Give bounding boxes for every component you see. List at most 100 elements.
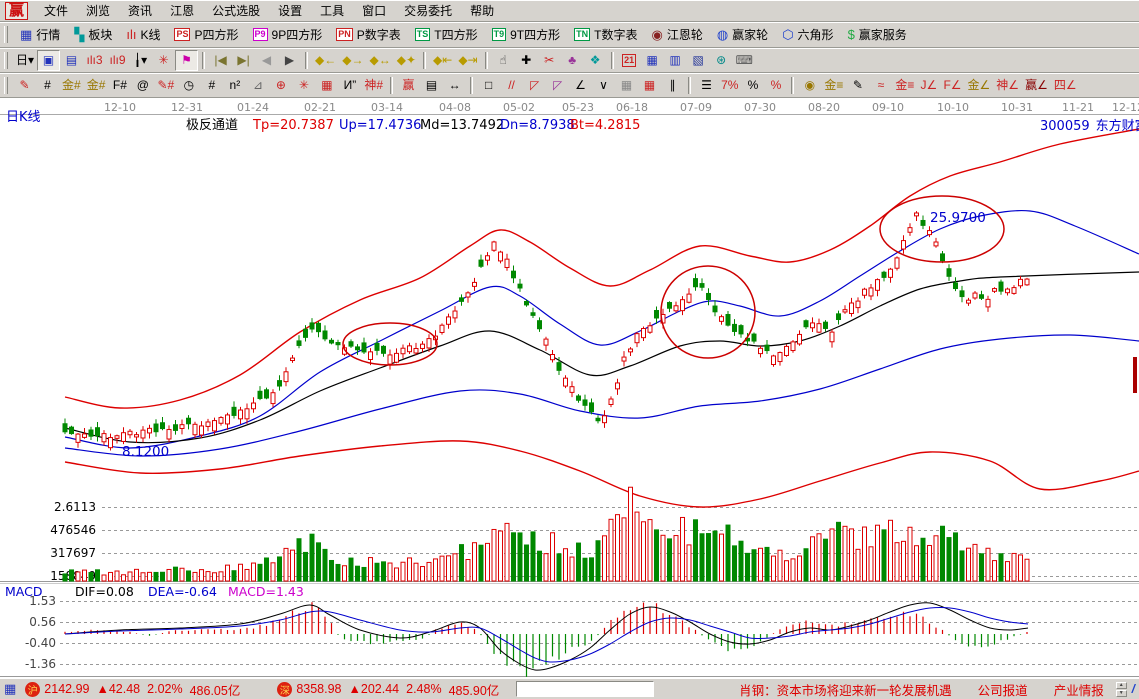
- parallel-lines-button[interactable]: ∥: [661, 75, 684, 96]
- menu-item-info[interactable]: 资讯: [119, 0, 161, 22]
- news-scroll-spinner[interactable]: ▲ ▼: [1116, 682, 1127, 697]
- gann-fan-button[interactable]: //: [500, 75, 523, 96]
- shift-left-button[interactable]: ◆←: [312, 50, 339, 71]
- prev-button[interactable]: ◀: [255, 50, 278, 71]
- time-cycle-button[interactable]: ◷: [177, 75, 200, 96]
- news-link-industry[interactable]: 产业情报: [1054, 680, 1104, 699]
- chart-3-button[interactable]: ılı3: [83, 50, 106, 71]
- tick-ruler-button[interactable]: #: [200, 75, 223, 96]
- t9-square-button[interactable]: T99T四方形: [485, 24, 568, 46]
- news-headline[interactable]: 肖钢：资本市场将迎来新一轮发展机遇: [739, 680, 952, 699]
- analysis-tool-button[interactable]: ❖: [584, 50, 607, 71]
- notes-button[interactable]: ▥: [664, 50, 687, 71]
- hand-button[interactable]: ☝: [492, 50, 515, 71]
- zoom-in-button[interactable]: ◆⇤: [430, 50, 455, 71]
- quote-mark-button[interactable]: И”: [338, 75, 361, 96]
- calendar-button[interactable]: 21: [618, 50, 641, 71]
- gold-circle-button[interactable]: ◉: [798, 75, 821, 96]
- percent-button[interactable]: %: [741, 75, 764, 96]
- fibonacci-ruler-button[interactable]: F#: [108, 75, 131, 96]
- gold-channel-button[interactable]: 金≡: [892, 75, 917, 96]
- quotes-button[interactable]: ▦行情: [13, 24, 67, 46]
- period-button[interactable]: 日▾: [13, 50, 37, 71]
- p-number-button[interactable]: PNP数字表: [329, 24, 408, 46]
- width-measure-button[interactable]: ↔: [443, 75, 466, 96]
- menu-item-help[interactable]: 帮助: [461, 0, 503, 22]
- grid-overlay-button[interactable]: ▦: [615, 75, 638, 96]
- stock-code-input[interactable]: [516, 681, 654, 697]
- save-button[interactable]: ▧: [687, 50, 710, 71]
- crosshair-button[interactable]: ✚: [515, 50, 538, 71]
- winner-service-button[interactable]: $赢家服务: [841, 24, 914, 46]
- sectors-button[interactable]: ▚板块: [67, 24, 119, 46]
- t-square-button[interactable]: TST四方形: [408, 24, 485, 46]
- gann-tool-button[interactable]: ♣: [561, 50, 584, 71]
- zoom-out-button[interactable]: ◆⇥: [455, 50, 480, 71]
- angle-shen-button[interactable]: 神∠: [993, 75, 1022, 96]
- shen-ruler-button[interactable]: 神#: [361, 75, 386, 96]
- angle-lines-button[interactable]: ∠: [569, 75, 592, 96]
- menu-item-window[interactable]: 窗口: [353, 0, 395, 22]
- grid-arrow-button[interactable]: ▦: [638, 75, 661, 96]
- menu-item-view[interactable]: 浏览: [77, 0, 119, 22]
- hexagon-button[interactable]: ⬡六角形: [775, 24, 840, 46]
- right-scroll-marker[interactable]: [1133, 357, 1137, 393]
- menu-item-file[interactable]: 文件: [35, 0, 77, 22]
- spin-up-icon[interactable]: ▲: [1116, 682, 1127, 689]
- calculator-button[interactable]: ▦: [641, 50, 664, 71]
- kline-button[interactable]: ılıK线: [119, 24, 167, 46]
- trade-terminal-button[interactable]: ⌨: [733, 50, 756, 71]
- radial-circle-button[interactable]: ✳: [292, 75, 315, 96]
- fan-box-button[interactable]: ◸: [523, 75, 546, 96]
- p9-square-button[interactable]: P99P四方形: [246, 24, 330, 46]
- n-square-button[interactable]: n²: [223, 75, 246, 96]
- angle-win-button[interactable]: 赢∠: [1022, 75, 1051, 96]
- gold-line-button[interactable]: 金≡: [821, 75, 846, 96]
- mirror-angle-button[interactable]: ⊿: [246, 75, 269, 96]
- gann-wheel-button[interactable]: ◉江恩轮: [644, 24, 709, 46]
- angle-f-button[interactable]: F∠: [940, 75, 964, 96]
- candle-style-button[interactable]: ╽▾: [129, 50, 152, 71]
- menu-item-trade[interactable]: 交易委托: [395, 0, 461, 22]
- zoom-region-button[interactable]: ▣: [37, 50, 60, 71]
- scale-pen-button[interactable]: ✎: [846, 75, 869, 96]
- menu-item-tools[interactable]: 工具: [311, 0, 353, 22]
- spin-down-icon[interactable]: ▼: [1116, 690, 1127, 697]
- menu-item-gann[interactable]: 江恩: [161, 0, 203, 22]
- box-select-button[interactable]: □: [477, 75, 500, 96]
- expand-bars-button[interactable]: ◆↔: [367, 50, 394, 71]
- price-steps-button[interactable]: ☰: [695, 75, 718, 96]
- pen-measure-button[interactable]: ✎#: [154, 75, 177, 96]
- histogram-flag-button[interactable]: ⚑: [175, 50, 198, 71]
- win-mark-button[interactable]: 赢: [397, 75, 420, 96]
- news-link-company[interactable]: 公司报道: [978, 680, 1028, 699]
- next-button[interactable]: ▶: [278, 50, 301, 71]
- gann-ruler-button[interactable]: #: [36, 75, 59, 96]
- percent-7-button[interactable]: 7%: [718, 75, 741, 96]
- grid-box-button[interactable]: ▦: [315, 75, 338, 96]
- menu-item-settings[interactable]: 设置: [269, 0, 311, 22]
- ruler-123-button[interactable]: ▤: [420, 75, 443, 96]
- network-button[interactable]: ⊛: [710, 50, 733, 71]
- fan-grid-button[interactable]: ◸: [546, 75, 569, 96]
- info-panel-button[interactable]: ▤: [60, 50, 83, 71]
- market-grid-icon[interactable]: ▦: [4, 681, 16, 697]
- chart-9-button[interactable]: ılı9: [106, 50, 129, 71]
- gold-ratio-ext-button[interactable]: 金#: [84, 75, 109, 96]
- spiral-button[interactable]: @: [131, 75, 154, 96]
- pattern-button[interactable]: ✳: [152, 50, 175, 71]
- angle-j-button[interactable]: J∠: [917, 75, 940, 96]
- cut-button[interactable]: ✂: [538, 50, 561, 71]
- angle-gold-button[interactable]: 金∠: [965, 75, 994, 96]
- winner-wheel-button[interactable]: ◍赢家轮: [710, 24, 775, 46]
- menu-item-formula-picker[interactable]: 公式选股: [203, 0, 269, 22]
- target-circle-button[interactable]: ⊕: [269, 75, 292, 96]
- p-square-button[interactable]: PSP四方形: [167, 24, 245, 46]
- compress-bars-button[interactable]: ◆✦: [394, 50, 419, 71]
- draw-pen-button[interactable]: ✎: [13, 75, 36, 96]
- last-page-button[interactable]: ▶|: [232, 50, 255, 71]
- first-page-button[interactable]: |◀: [209, 50, 232, 71]
- angle-four-button[interactable]: 四∠: [1051, 75, 1080, 96]
- shift-right-button[interactable]: ◆→: [339, 50, 366, 71]
- wave-button[interactable]: ≈: [869, 75, 892, 96]
